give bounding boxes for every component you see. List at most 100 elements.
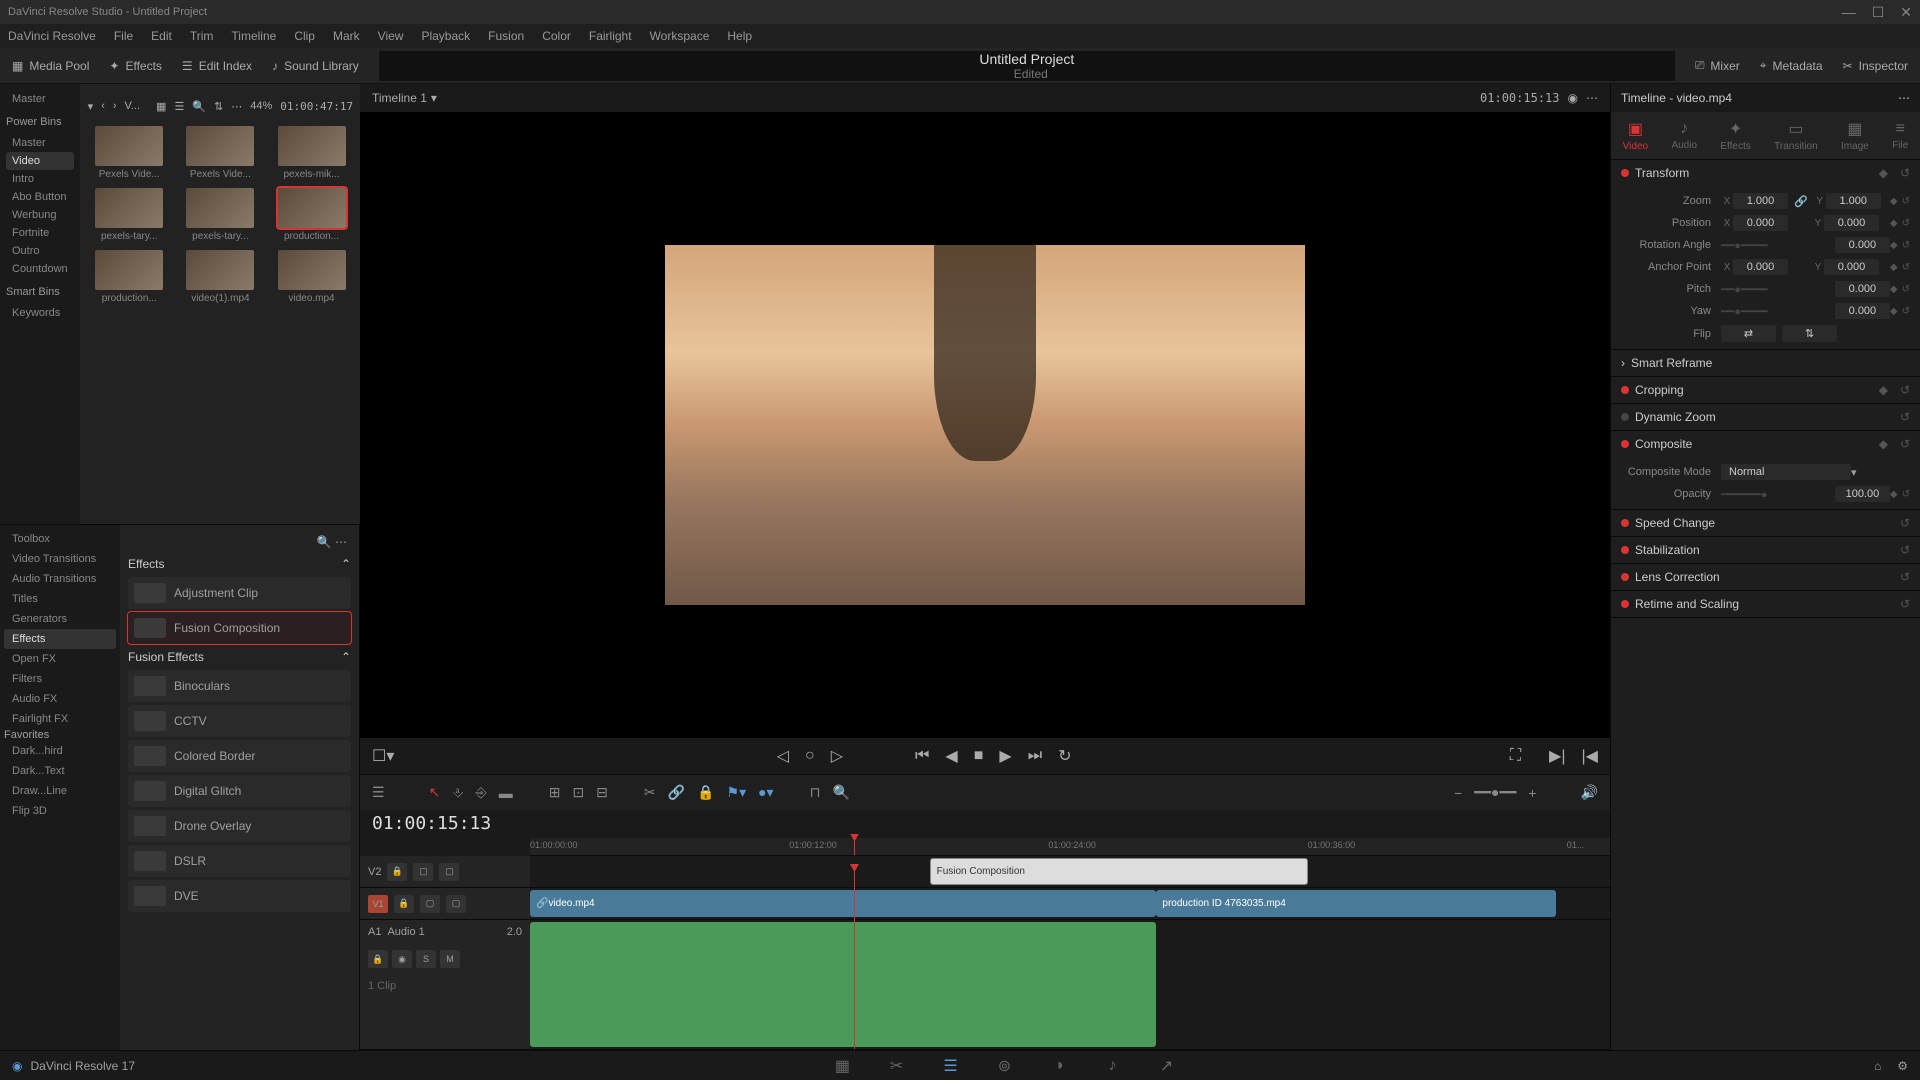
track-label[interactable]: V2 bbox=[368, 866, 381, 878]
track-label[interactable]: A1 bbox=[368, 926, 381, 938]
lock-icon[interactable]: 🔒 bbox=[368, 950, 388, 968]
fx-section-fusion[interactable]: Fusion Effects bbox=[128, 650, 204, 664]
replace-tool[interactable]: ⊟ bbox=[596, 784, 608, 801]
reset-icon[interactable]: ↺ bbox=[1900, 543, 1910, 557]
bin-item[interactable]: Intro bbox=[6, 170, 74, 188]
menu-view[interactable]: View bbox=[378, 29, 404, 43]
bin-keywords[interactable]: Keywords bbox=[6, 304, 74, 322]
menu-color[interactable]: Color bbox=[542, 29, 571, 43]
fx-item[interactable]: Drone Overlay bbox=[128, 810, 351, 842]
settings-icon[interactable]: ⚙ bbox=[1897, 1059, 1908, 1073]
menu-mark[interactable]: Mark bbox=[333, 29, 360, 43]
goto-in-icon[interactable]: ▶| bbox=[1549, 746, 1565, 766]
first-frame-button[interactable]: ⏮ bbox=[915, 747, 929, 765]
reset-icon[interactable]: ↺ bbox=[1900, 516, 1910, 530]
fx-item[interactable]: Binoculars bbox=[128, 670, 351, 702]
mediapool-toggle[interactable]: ▦Media Pool bbox=[12, 59, 89, 73]
auto-select-icon[interactable]: ▢ bbox=[413, 863, 433, 881]
keyframe-icon[interactable]: ◆ bbox=[1890, 240, 1898, 251]
menu-trim[interactable]: Trim bbox=[190, 29, 214, 43]
flag-tool[interactable]: ⚑▾ bbox=[727, 784, 747, 801]
fx-openfx[interactable]: Open FX bbox=[4, 649, 116, 669]
menu-davinci[interactable]: DaVinci Resolve bbox=[8, 29, 96, 43]
reset-icon[interactable]: ↺ bbox=[1902, 306, 1910, 317]
smartbins-header[interactable]: Smart Bins bbox=[6, 286, 74, 298]
menu-timeline[interactable]: Timeline bbox=[231, 29, 276, 43]
pitch-input[interactable]: 0.000 bbox=[1835, 281, 1890, 297]
bin-dropdown-icon[interactable]: ▾ bbox=[88, 100, 94, 113]
close-button[interactable]: ✕ bbox=[1900, 4, 1912, 21]
razor-tool[interactable]: ✂ bbox=[644, 784, 656, 801]
dynamiczoom-header[interactable]: Dynamic Zoom↺ bbox=[1611, 404, 1920, 430]
more-icon[interactable]: ⋯ bbox=[1898, 91, 1910, 105]
lock-tool[interactable]: 🔒 bbox=[697, 784, 714, 801]
yaw-input[interactable]: 0.000 bbox=[1835, 303, 1890, 319]
rotation-input[interactable]: 0.000 bbox=[1835, 237, 1890, 253]
editindex-toggle[interactable]: ☰Edit Index bbox=[182, 59, 252, 73]
stabilization-header[interactable]: Stabilization↺ bbox=[1611, 537, 1920, 563]
menu-fusion[interactable]: Fusion bbox=[488, 29, 524, 43]
trim-tool[interactable]: ⎀ bbox=[452, 784, 463, 801]
loop-button[interactable]: ↻ bbox=[1058, 746, 1071, 766]
reset-icon[interactable]: ↺ bbox=[1900, 410, 1910, 424]
timeline-name[interactable]: Timeline 1 bbox=[372, 91, 427, 105]
view-thumb-icon[interactable]: ▦ bbox=[156, 100, 166, 113]
keyframe-icon[interactable]: ◆ bbox=[1890, 306, 1898, 317]
pos-x-input[interactable]: 0.000 bbox=[1733, 215, 1788, 231]
chevron-up-icon[interactable]: ⌃ bbox=[341, 650, 351, 664]
bin-item[interactable]: Fortnite bbox=[6, 224, 74, 242]
page-media[interactable]: ▦ bbox=[830, 1056, 854, 1076]
menu-fairlight[interactable]: Fairlight bbox=[589, 29, 632, 43]
fx-titles[interactable]: Titles bbox=[4, 589, 116, 609]
fx-toolbox[interactable]: Toolbox bbox=[4, 529, 116, 549]
keyframe-icon[interactable]: ◆ bbox=[1890, 262, 1898, 273]
menu-file[interactable]: File bbox=[114, 29, 133, 43]
bin-item[interactable]: Countdown bbox=[6, 260, 74, 278]
flip-v-button[interactable]: ⇅ bbox=[1782, 325, 1837, 342]
match-frame-icon[interactable]: ○ bbox=[805, 747, 815, 765]
keyframe-icon[interactable]: ◆ bbox=[1890, 284, 1898, 295]
powerbins-header[interactable]: Power Bins bbox=[6, 116, 74, 128]
viewer-canvas[interactable] bbox=[360, 112, 1610, 738]
bypass-icon[interactable]: ☐▾ bbox=[372, 746, 394, 766]
prev-edit-icon[interactable]: ◁ bbox=[777, 746, 789, 766]
tab-video[interactable]: ▣Video bbox=[1623, 119, 1648, 152]
playhead[interactable] bbox=[854, 838, 855, 855]
auto-select-icon[interactable]: ◉ bbox=[392, 950, 412, 968]
snap-tool[interactable]: ⊓ bbox=[810, 784, 821, 801]
media-thumb[interactable]: video.mp4 bbox=[270, 250, 353, 304]
fx-search-icon[interactable]: 🔍 bbox=[317, 535, 332, 549]
blade-tool[interactable]: ▬ bbox=[499, 785, 513, 801]
track-label[interactable]: V1 bbox=[368, 895, 388, 913]
page-deliver[interactable]: ↗ bbox=[1154, 1056, 1178, 1076]
transform-header[interactable]: Transform◆↺ bbox=[1611, 160, 1920, 186]
keyframe-icon[interactable]: ◆ bbox=[1890, 489, 1898, 500]
page-cut[interactable]: ✂ bbox=[884, 1056, 908, 1076]
anchor-x-input[interactable]: 0.000 bbox=[1733, 259, 1788, 275]
media-thumb[interactable]: production... bbox=[270, 188, 353, 242]
fav-item[interactable]: Dark...hird bbox=[4, 741, 116, 761]
bin-master[interactable]: Master bbox=[6, 90, 74, 108]
menu-edit[interactable]: Edit bbox=[151, 29, 172, 43]
home-icon[interactable]: ⌂ bbox=[1874, 1059, 1881, 1073]
menu-playback[interactable]: Playback bbox=[421, 29, 470, 43]
fav-item[interactable]: Flip 3D bbox=[4, 801, 116, 821]
insert-tool[interactable]: ⊞ bbox=[549, 784, 561, 801]
speedchange-header[interactable]: Speed Change↺ bbox=[1611, 510, 1920, 536]
overwrite-tool[interactable]: ⊡ bbox=[572, 784, 584, 801]
cropping-header[interactable]: Cropping◆↺ bbox=[1611, 377, 1920, 403]
view-list-icon[interactable]: ☰ bbox=[174, 100, 184, 113]
next-edit-icon[interactable]: ▷ bbox=[831, 746, 843, 766]
play-reverse-button[interactable]: ◀ bbox=[945, 746, 957, 766]
keyframe-icon[interactable]: ◆ bbox=[1879, 437, 1888, 451]
minimize-button[interactable]: — bbox=[1842, 4, 1856, 21]
reset-icon[interactable]: ↺ bbox=[1900, 166, 1910, 180]
nav-fwd-icon[interactable]: › bbox=[113, 100, 117, 112]
media-thumb[interactable]: pexels-mik... bbox=[270, 126, 353, 180]
selection-tool[interactable]: ↖ bbox=[429, 784, 441, 801]
tab-effects[interactable]: ✦Effects bbox=[1720, 119, 1750, 152]
video-clip[interactable]: production ID 4763035.mp4 bbox=[1156, 890, 1556, 917]
fx-item[interactable]: Colored Border bbox=[128, 740, 351, 772]
dynamic-trim-tool[interactable]: ⎆ bbox=[476, 784, 487, 801]
tab-audio[interactable]: ♪Audio bbox=[1671, 120, 1697, 151]
